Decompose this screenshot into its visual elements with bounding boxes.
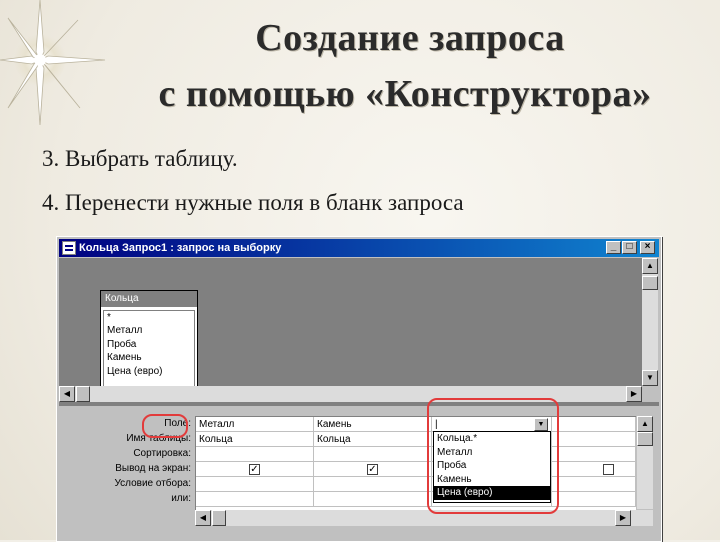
scroll-right-arrow-icon[interactable]: ▶ bbox=[626, 386, 642, 402]
window-title: Кольца Запрос1 : запрос на выборку bbox=[79, 242, 282, 254]
grid-cell-criteria[interactable] bbox=[552, 477, 636, 492]
grid-cell-table[interactable]: Кольца bbox=[196, 432, 314, 447]
grid-cell-field[interactable] bbox=[552, 417, 636, 432]
grid-cell-sort[interactable] bbox=[196, 447, 314, 462]
grid-cell-criteria[interactable] bbox=[196, 477, 314, 492]
scroll-right-arrow-icon[interactable]: ▶ bbox=[615, 510, 631, 526]
query-icon bbox=[62, 241, 76, 255]
grid-cell-table[interactable] bbox=[552, 432, 636, 447]
scroll-thumb[interactable] bbox=[637, 432, 653, 446]
pane-splitter[interactable] bbox=[59, 402, 659, 406]
show-checkbox[interactable] bbox=[603, 464, 614, 475]
table-pane: Кольца * Металл Проба Камень Цена (евро) bbox=[59, 258, 642, 394]
query-designer-window: Кольца Запрос1 : запрос на выборку _ □ ×… bbox=[56, 236, 662, 542]
scroll-up-arrow-icon[interactable]: ▲ bbox=[642, 258, 658, 274]
row-label-or: или: bbox=[171, 493, 191, 504]
grid-horizontal-scrollbar[interactable]: ◀ ▶ bbox=[195, 510, 653, 526]
query-grid: Металл Кольца ✓ Камень Кольца ✓ | ▼ Коль… bbox=[195, 416, 636, 510]
table-box-koltsa[interactable]: Кольца * Металл Проба Камень Цена (евро) bbox=[100, 290, 198, 394]
table-box-header[interactable]: Кольца bbox=[101, 291, 197, 308]
close-button[interactable]: × bbox=[640, 241, 655, 254]
scroll-thumb[interactable] bbox=[642, 276, 658, 290]
grid-cell-table[interactable]: Кольца bbox=[314, 432, 432, 447]
table-field[interactable]: Проба bbox=[104, 338, 194, 351]
table-field[interactable]: Цена (евро) bbox=[104, 365, 194, 378]
step-3-text: 3. Выбрать таблицу. bbox=[42, 146, 238, 171]
row-label-sort: Сортировка: bbox=[133, 448, 191, 459]
show-checkbox[interactable]: ✓ bbox=[249, 464, 260, 475]
row-label-show: Вывод на экран: bbox=[115, 463, 191, 474]
table-field[interactable]: Камень bbox=[104, 351, 194, 364]
minimize-button[interactable]: _ bbox=[606, 241, 621, 254]
grid-cell-or[interactable] bbox=[552, 492, 636, 507]
maximize-button[interactable]: □ bbox=[622, 241, 637, 254]
grid-cell-show bbox=[552, 462, 636, 477]
table-field[interactable]: * bbox=[104, 311, 194, 324]
grid-cell-sort[interactable] bbox=[552, 447, 636, 462]
scroll-up-arrow-icon[interactable]: ▲ bbox=[637, 416, 653, 432]
highlight-dropdown bbox=[427, 398, 559, 514]
grid-cell-or[interactable] bbox=[196, 492, 314, 507]
upper-vertical-scrollbar[interactable]: ▲ ▼ bbox=[642, 258, 658, 386]
scroll-thumb[interactable] bbox=[76, 386, 90, 402]
grid-cell-sort[interactable] bbox=[314, 447, 432, 462]
table-field[interactable]: Металл bbox=[104, 324, 194, 337]
slide-title-line-2: с помощью «Конструктора» bbox=[158, 73, 652, 115]
slide-title-line-1: Создание запроса bbox=[255, 17, 565, 59]
grid-cell-criteria[interactable] bbox=[314, 477, 432, 492]
scroll-thumb[interactable] bbox=[212, 510, 226, 526]
scroll-left-arrow-icon[interactable]: ◀ bbox=[59, 386, 75, 402]
show-checkbox[interactable]: ✓ bbox=[367, 464, 378, 475]
scroll-left-arrow-icon[interactable]: ◀ bbox=[195, 510, 211, 526]
table-field-list: * Металл Проба Камень Цена (евро) bbox=[103, 310, 195, 391]
row-label-criteria: Условие отбора: bbox=[114, 478, 191, 489]
window-titlebar[interactable]: Кольца Запрос1 : запрос на выборку _ □ × bbox=[59, 239, 659, 257]
grid-cell-field[interactable]: Металл bbox=[196, 417, 314, 432]
grid-cell-field[interactable]: Камень bbox=[314, 417, 432, 432]
grid-vertical-scrollbar[interactable]: ▲ bbox=[637, 416, 653, 509]
grid-cell-or[interactable] bbox=[314, 492, 432, 507]
scroll-down-arrow-icon[interactable]: ▼ bbox=[642, 370, 658, 386]
highlight-field-label bbox=[142, 414, 188, 438]
step-4-text: 4. Перенести нужные поля в бланк запроса bbox=[42, 190, 464, 215]
